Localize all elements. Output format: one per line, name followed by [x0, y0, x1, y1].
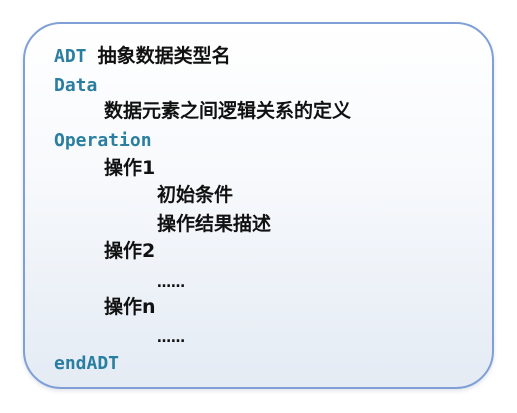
operation-2-label: 操作2: [104, 240, 156, 262]
operation-keyword: Operation: [54, 130, 152, 151]
operation-n-ellipsis: ……: [157, 330, 185, 346]
operation-2-ellipsis: ……: [157, 275, 185, 291]
data-definition: 数据元素之间逻辑关系的定义: [104, 100, 352, 122]
adt-header-line: ADT 抽象数据类型名: [54, 47, 231, 66]
operation-1-label: 操作1: [104, 157, 156, 179]
operation-n-label: 操作n: [104, 296, 156, 318]
operation-1-initial-condition: 初始条件: [157, 184, 234, 206]
operation-1-result-description: 操作结果描述: [157, 213, 272, 235]
end-adt-keyword: endADT: [54, 353, 120, 374]
adt-keyword: ADT: [54, 46, 87, 67]
adt-name: 抽象数据类型名: [97, 45, 231, 67]
data-keyword: Data: [54, 75, 98, 96]
